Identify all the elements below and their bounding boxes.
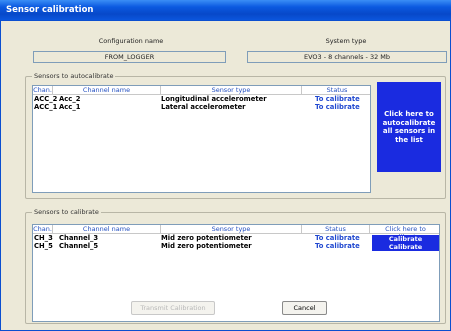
dialog-body: Configuration name System type FROM_LOGG… <box>0 20 451 331</box>
column-header-calibrate[interactable]: Click here to calibrate <box>370 225 439 241</box>
column-header-sensor-type[interactable]: Sensor type <box>161 225 302 234</box>
configuration-name-field: FROM_LOGGER <box>33 51 226 63</box>
row-status: To calibrate <box>315 242 360 250</box>
configuration-name-label: Configuration name <box>98 37 164 45</box>
calibrate-group-label: Sensors to calibrate <box>32 208 101 217</box>
autocalibrate-list[interactable]: Chan. Channel name Sensor type Status AC… <box>32 85 371 193</box>
autocalibrate-group-label: Sensors to autocalibrate <box>32 72 116 81</box>
system-type-field: EVO3 - 8 channels - 32 Mb <box>247 51 447 63</box>
column-header-channel-name[interactable]: Channel name <box>53 225 161 234</box>
column-header-status[interactable]: Status <box>302 225 370 234</box>
row-chan: CH_5 <box>34 242 53 250</box>
column-header-chan[interactable]: Chan. <box>33 225 53 234</box>
row-channel-name: Acc_1 <box>59 103 81 111</box>
cancel-button[interactable]: Cancel <box>282 301 327 315</box>
row-channel-name: Channel_5 <box>59 242 99 250</box>
column-header-channel-name[interactable]: Channel name <box>53 86 161 95</box>
transmit-calibration-button[interactable]: Transmit Calibration <box>131 301 215 315</box>
system-type-label: System type <box>325 37 367 45</box>
calibrate-group: Sensors to calibrate Chan. Channel name … <box>25 208 446 324</box>
window-title-bar[interactable]: Sensor calibration <box>0 0 451 20</box>
window-title: Sensor calibration <box>6 5 94 15</box>
calibrate-list[interactable]: Chan. Channel name Sensor type Status Cl… <box>32 224 440 322</box>
autocalibrate-all-button[interactable]: Click here to autocalibrate all sensors … <box>377 82 441 172</box>
calibrate-button[interactable]: Calibrate <box>372 243 439 251</box>
autocalibrate-group: Sensors to autocalibrate Chan. Channel n… <box>25 72 446 199</box>
calibrate-button[interactable]: Calibrate <box>372 235 439 243</box>
row-status: To calibrate <box>315 103 360 111</box>
row-chan: ACC_1 <box>34 103 58 111</box>
column-header-sensor-type[interactable]: Sensor type <box>161 86 302 95</box>
row-sensor-type: Mid zero potentiometer <box>161 242 252 250</box>
column-header-chan[interactable]: Chan. <box>33 86 53 95</box>
column-header-status[interactable]: Status <box>302 86 370 95</box>
row-sensor-type: Lateral accelerometer <box>161 103 246 111</box>
